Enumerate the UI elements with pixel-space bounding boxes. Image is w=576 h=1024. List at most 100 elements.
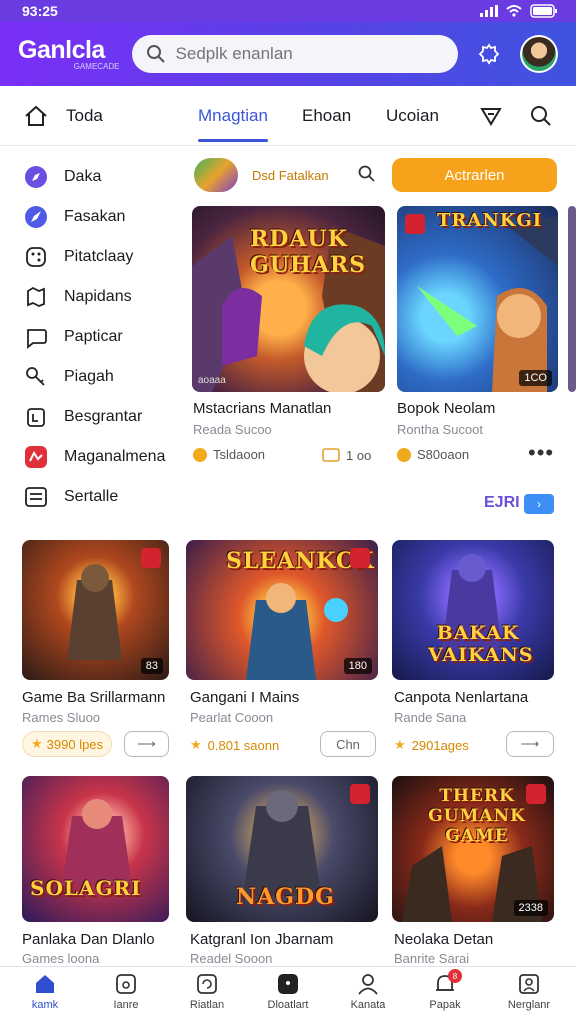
featured-card-image[interactable]: TRANKGI 1CO [397, 206, 558, 392]
game-card-image[interactable]: NAGDG [186, 776, 378, 922]
game-title[interactable]: Canpota Nenlartana [394, 689, 528, 706]
bag-icon [24, 405, 48, 429]
tab-home[interactable]: Toda [24, 86, 103, 146]
sidebar-item-napidans[interactable]: Napidans [24, 282, 132, 312]
tab-label: Mnagtian [198, 105, 268, 125]
home-icon [36, 975, 54, 993]
hot-badge [141, 548, 161, 568]
game-title[interactable]: Neolaka Detan [394, 931, 493, 948]
game-card-image[interactable]: 83 [22, 540, 169, 680]
price-pill: ★ 0.801 saonn [190, 737, 279, 753]
map-icon [24, 285, 48, 309]
top-tabs: Toda Mnagtian Ehoan Ucoian [0, 86, 576, 146]
featured-mini-thumbnail[interactable] [194, 158, 238, 192]
nav-label: Riatlan [189, 999, 225, 1011]
star-icon: ★ [31, 736, 43, 751]
nav-nerglanr[interactable]: Nerglanr [494, 973, 564, 1011]
featured-hot-badge [405, 214, 425, 234]
featured-search-icon[interactable] [358, 165, 376, 188]
search-bar[interactable] [131, 35, 459, 73]
featured-title[interactable]: Bopok Neolam [397, 400, 495, 417]
sidebar-item-papticar[interactable]: Papticar [24, 322, 123, 352]
nav-riatlan[interactable]: Riatlan [172, 973, 242, 1011]
featured-badge: 1CO [519, 370, 552, 386]
nav-label: kamk [31, 999, 59, 1011]
game-subtitle: Rande Sana [394, 710, 467, 725]
nav-label: Papak [429, 999, 461, 1011]
nav-label: Kanata [350, 999, 386, 1011]
sidebar-item-label: Sertalle [64, 488, 119, 505]
bottom-nav: kamk Ianre Riatlan Dloatlart Kanata 8 Pa… [0, 966, 576, 1024]
open-arrow-button[interactable]: ⟶ [506, 731, 554, 757]
featured-cta-button[interactable]: Actrarlen [392, 158, 557, 192]
next-page-button[interactable]: › [524, 494, 554, 514]
dice-icon [24, 245, 48, 269]
featured-card-peek[interactable] [568, 206, 576, 392]
nav-ianre[interactable]: Ianre [91, 973, 161, 1011]
game-card-image[interactable]: SLEANKCK 180 [186, 540, 378, 680]
game-card-image[interactable]: BAKAK VAIKANS [392, 540, 554, 680]
game-subtitle: Rames Sluoo [22, 710, 101, 725]
sidebar-item-label: Piagah [64, 368, 114, 385]
game-image-title: SOLAGRI [30, 876, 142, 900]
price-text: S80oaon [417, 447, 470, 462]
tab-ehoan[interactable]: Ehoan [302, 86, 351, 146]
sidebar-item-label: Fasakan [64, 208, 126, 225]
featured-card-image[interactable]: RDAUK GUHARS aoaaa [192, 206, 385, 392]
logo-text: Ganlcla [18, 35, 105, 64]
meta-text: 1 oo [346, 447, 372, 463]
status-icons [480, 4, 558, 18]
featured-meta: 1 oo [322, 447, 371, 463]
more-options-icon[interactable]: ••• [528, 440, 554, 466]
app-header: Ganlcla GAMECADE [0, 22, 576, 86]
avatar[interactable] [520, 35, 559, 73]
game-card-image[interactable]: SOLAGRI [22, 776, 169, 922]
open-button[interactable]: Chn [320, 731, 376, 757]
featured-image-title: RDAUK GUHARS [250, 226, 366, 278]
coin-icon [193, 447, 207, 462]
sidebar-item-pitatclaay[interactable]: Pitatclaay [24, 242, 133, 272]
price-pill: ★ 3990 lpes [22, 731, 113, 757]
ticket-icon [322, 448, 340, 462]
featured-title[interactable]: Mstacrians Manatlan [193, 400, 331, 417]
game-title[interactable]: Panlaka Dan Dlanlo [22, 931, 155, 948]
filter-icon[interactable] [480, 86, 502, 146]
open-arrow-button[interactable]: ⟶ [124, 731, 169, 757]
game-card-image[interactable]: THERK GUMANK GAME 2338 [392, 776, 554, 922]
sidebar-item-besgrantar[interactable]: Besgrantar [24, 402, 142, 432]
sidebar-item-maganalmena[interactable]: Maganalmena [24, 442, 165, 472]
game-subtitle: Games loona [22, 951, 100, 966]
featured-toolbar: Dsd Fatalkan Actrarlen [192, 158, 558, 194]
star-icon: ★ [190, 737, 202, 752]
nav-home[interactable]: kamk [10, 973, 80, 1011]
game-image-title: THERK GUMANK GAME [428, 786, 526, 846]
tab-ucoian[interactable]: Ucoian [386, 86, 439, 146]
app-logo[interactable]: Ganlcla GAMECADE [18, 35, 130, 71]
game-title[interactable]: Gangani I Mains [190, 689, 299, 706]
tab-mnagtian[interactable]: Mnagtian [198, 86, 268, 146]
featured-subtitle: Reada Sucoo [193, 422, 272, 437]
nav-kanata[interactable]: Kanata [333, 973, 403, 1011]
tab-search-icon[interactable] [530, 86, 552, 146]
tab-label: Ehoan [302, 105, 352, 125]
refresh-icon [197, 974, 217, 994]
featured-badge: aoaaa [198, 375, 226, 386]
sidebar-item-fasakan[interactable]: Fasakan [24, 202, 125, 232]
sidebar-item-daka[interactable]: Daka [24, 162, 101, 192]
game-subtitle: Pearlat Cooon [190, 710, 274, 725]
game-badge: 180 [343, 658, 372, 674]
nav-label: Ianre [113, 999, 139, 1011]
hot-badge [350, 548, 370, 568]
notification-badge: 8 [448, 969, 462, 983]
game-title[interactable]: Katgranl Ion Jbarnam [190, 931, 333, 948]
game-subtitle: Banrite Sarai [394, 951, 470, 966]
search-input[interactable] [175, 44, 426, 64]
sidebar-item-piagah[interactable]: Piagah [24, 362, 114, 392]
nav-dloatlart[interactable]: Dloatlart [253, 973, 323, 1011]
featured-label: Dsd Fatalkan [252, 168, 329, 183]
nav-papak[interactable]: 8 Papak [410, 969, 480, 1011]
star-icon: ★ [394, 737, 406, 752]
game-title[interactable]: Game Ba Srillarmann [22, 689, 165, 706]
settings-gear-icon[interactable] [476, 41, 502, 67]
sidebar-item-sertalle[interactable]: Sertalle [24, 482, 118, 512]
